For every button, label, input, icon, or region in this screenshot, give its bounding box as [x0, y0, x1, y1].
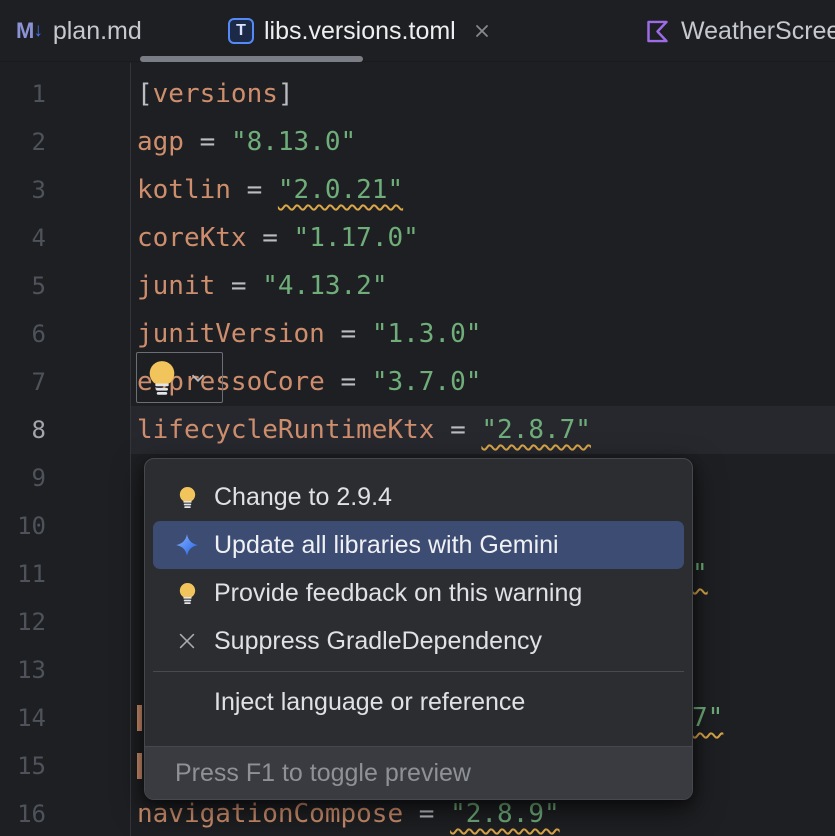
tab-libs-versions-toml[interactable]: T libs.versions.toml	[228, 0, 492, 62]
toml-key: junit	[137, 271, 215, 301]
toml-key: coreKtx	[137, 223, 247, 253]
toml-file-icon: T	[228, 18, 254, 44]
tab-plan-md[interactable]: M↓ plan.md	[16, 0, 142, 62]
popup-item-label: Provide feedback on this warning	[214, 579, 582, 608]
popup-item-inject-language[interactable]: Inject language or reference	[153, 678, 684, 726]
popup-footer: Press F1 to toggle preview	[145, 746, 692, 799]
ide-window: M↓ plan.md T libs.versions.toml WeatherS…	[0, 0, 835, 836]
line-number-3: 3	[0, 166, 46, 214]
toml-value: "4.13.2"	[262, 271, 387, 301]
code-line-2[interactable]: agp = "8.13.0"	[137, 118, 356, 166]
popup-divider	[153, 671, 684, 672]
line-number-9: 9	[0, 454, 46, 502]
toml-value-warning: "2.8.9"	[450, 799, 560, 829]
toml-value-warning: "2.0.21"	[278, 175, 403, 205]
editor-tab-bar: M↓ plan.md T libs.versions.toml WeatherS…	[0, 0, 835, 62]
tab-weatherscreen[interactable]: WeatherScree	[644, 0, 835, 62]
chevron-down-icon	[187, 367, 209, 389]
code-line-1[interactable]: [versions]	[137, 70, 294, 118]
code-line-6[interactable]: junitVersion = "1.3.0"	[137, 310, 481, 358]
popup-item-label: Change to 2.9.4	[214, 483, 392, 512]
toml-bracket: ]	[278, 79, 294, 109]
toml-key: navigationCompose	[137, 799, 403, 829]
line-number-8: 8	[0, 406, 46, 454]
code-line-15-left-sliver	[137, 753, 142, 779]
line-number-16: 16	[0, 790, 46, 836]
popup-item-suppress[interactable]: Suppress GradleDependency	[153, 617, 684, 665]
line-number-1: 1	[0, 70, 46, 118]
gemini-sparkle-icon	[175, 533, 199, 557]
line-number-11: 11	[0, 550, 46, 598]
popup-item-provide-feedback[interactable]: Provide feedback on this warning	[153, 569, 684, 617]
tab-label: plan.md	[53, 17, 142, 46]
toml-key: junitVersion	[137, 319, 325, 349]
lightbulb-icon	[175, 581, 199, 605]
empty-icon-spacer	[175, 690, 199, 714]
code-line-11-fragment[interactable]: "	[692, 550, 708, 598]
toml-equals: =	[247, 223, 294, 253]
kotlin-icon	[644, 18, 671, 45]
code-line-8[interactable]: lifecycleRuntimeKtx = "2.8.7"	[137, 406, 591, 454]
line-number-15: 15	[0, 742, 46, 790]
line-number-10: 10	[0, 502, 46, 550]
popup-item-update-with-gemini[interactable]: Update all libraries with Gemini	[153, 521, 684, 569]
code-line-5[interactable]: junit = "4.13.2"	[137, 262, 387, 310]
toml-section-name: versions	[153, 79, 278, 109]
tab-close-icon[interactable]	[472, 21, 492, 41]
code-line-4[interactable]: coreKtx = "1.17.0"	[137, 214, 419, 262]
toml-value-warning: 7"	[692, 703, 723, 733]
line-number-5: 5	[0, 262, 46, 310]
toml-equals: =	[325, 319, 372, 349]
line-number-6: 6	[0, 310, 46, 358]
line-number-4: 4	[0, 214, 46, 262]
toml-equals: =	[184, 127, 231, 157]
line-number-13: 13	[0, 646, 46, 694]
toml-value: "1.3.0"	[372, 319, 482, 349]
toml-value-warning: "2.8.7"	[481, 415, 591, 445]
code-line-3[interactable]: kotlin = "2.0.21"	[137, 166, 403, 214]
popup-footer-hint: Press F1 to toggle preview	[175, 759, 471, 788]
gutter-separator	[130, 63, 131, 836]
toml-equals: =	[434, 415, 481, 445]
code-line-14-fragment[interactable]: 7"	[692, 694, 723, 742]
toml-key: lifecycleRuntimeKtx	[137, 415, 434, 445]
toml-bracket: [	[137, 79, 153, 109]
popup-item-label: Inject language or reference	[214, 688, 525, 717]
popup-item-label: Suppress GradleDependency	[214, 627, 542, 656]
code-line-14-left-sliver	[137, 705, 142, 731]
toml-value: "8.13.0"	[231, 127, 356, 157]
tab-label: WeatherScree	[681, 17, 835, 46]
toml-key: kotlin	[137, 175, 231, 205]
toml-equals: =	[325, 367, 372, 397]
toml-value: "1.17.0"	[294, 223, 419, 253]
lightbulb-icon	[175, 485, 199, 509]
lightbulb-icon	[143, 358, 181, 398]
suppress-x-icon	[175, 629, 199, 653]
line-number-7: 7	[0, 358, 46, 406]
tabbar-scrollbar-thumb[interactable]	[140, 56, 363, 62]
toml-equals: =	[403, 799, 450, 829]
toml-value: "3.7.0"	[372, 367, 482, 397]
line-number-14: 14	[0, 694, 46, 742]
popup-item-label: Update all libraries with Gemini	[214, 531, 559, 560]
toml-value-warning: "	[692, 559, 708, 589]
line-number-2: 2	[0, 118, 46, 166]
toml-equals: =	[231, 175, 278, 205]
line-number-12: 12	[0, 598, 46, 646]
tab-label: libs.versions.toml	[264, 17, 456, 46]
toml-key: agp	[137, 127, 184, 157]
popup-item-change-version[interactable]: Change to 2.9.4	[153, 473, 684, 521]
toml-equals: =	[215, 271, 262, 301]
intention-bulb-widget[interactable]	[136, 352, 223, 403]
intention-actions-popup: Change to 2.9.4 Update all librari	[144, 458, 693, 800]
markdown-icon: M↓	[16, 18, 43, 44]
